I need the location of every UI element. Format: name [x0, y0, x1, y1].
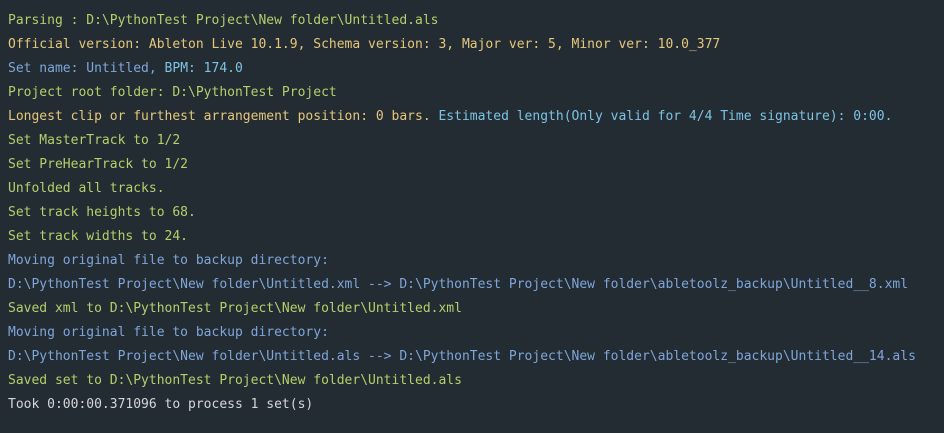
terminal-text-segment: Moving original file to backup directory… — [8, 325, 329, 340]
terminal-line: Official version: Ableton Live 10.1.9, S… — [8, 33, 944, 57]
terminal-line: Took 0:00:00.371096 to process 1 set(s) — [8, 393, 944, 417]
terminal-line: Set MasterTrack to 1/2 — [8, 129, 944, 153]
terminal-text-segment: Saved set to D:\PythonTest Project\New f… — [8, 373, 462, 388]
terminal-text-segment: Saved xml to D:\PythonTest Project\New f… — [8, 301, 462, 316]
terminal-text-segment: Set track heights to 68. — [8, 205, 196, 220]
terminal-line: Set track heights to 68. — [8, 201, 944, 225]
terminal-line: Saved xml to D:\PythonTest Project\New f… — [8, 297, 944, 321]
terminal-line: Project root folder: D:\PythonTest Proje… — [8, 81, 944, 105]
terminal-output[interactable]: Parsing : D:\PythonTest Project\New fold… — [0, 0, 944, 433]
terminal-line: Set track widths to 24. — [8, 225, 944, 249]
terminal-text-segment: Moving original file to backup directory… — [8, 253, 329, 268]
terminal-text-segment: Unfolded all tracks. — [8, 181, 165, 196]
terminal-text-segment: Set PreHearTrack to 1/2 — [8, 157, 189, 172]
terminal-text-segment: Took 0:00:00.371096 to process 1 set(s) — [8, 397, 314, 412]
terminal-line: Longest clip or furthest arrangement pos… — [8, 105, 944, 129]
terminal-text-segment: Set name: Untitled, — [8, 61, 165, 76]
terminal-text-segment: Set track widths to 24. — [8, 229, 189, 244]
terminal-line: Parsing : D:\PythonTest Project\New fold… — [8, 9, 944, 33]
terminal-text-segment: Official version: Ableton Live 10.1.9, S… — [8, 37, 721, 52]
terminal-line: Unfolded all tracks. — [8, 177, 944, 201]
terminal-text-segment: D:\PythonTest Project\New folder\Untitle… — [8, 277, 909, 292]
terminal-line: Set PreHearTrack to 1/2 — [8, 153, 944, 177]
terminal-text-segment: BPM: 174.0 — [164, 61, 243, 76]
terminal-text-segment: Project root folder: D:\PythonTest Proje… — [8, 85, 337, 100]
terminal-line: D:\PythonTest Project\New folder\Untitle… — [8, 273, 944, 297]
terminal-text-segment: Parsing : D:\PythonTest Project\New fold… — [8, 13, 439, 28]
terminal-line: D:\PythonTest Project\New folder\Untitle… — [8, 345, 944, 369]
terminal-line: Moving original file to backup directory… — [8, 321, 944, 345]
terminal-text-segment: D:\PythonTest Project\New folder\Untitle… — [8, 349, 916, 364]
terminal-text-segment: Estimated length(Only valid for 4/4 Time… — [438, 109, 893, 124]
terminal-line: Saved set to D:\PythonTest Project\New f… — [8, 369, 944, 393]
terminal-text-segment: Set MasterTrack to 1/2 — [8, 133, 181, 148]
terminal-line: Moving original file to backup directory… — [8, 249, 944, 273]
terminal-text-segment: Longest clip or furthest arrangement pos… — [8, 109, 439, 124]
terminal-line: Set name: Untitled, BPM: 174.0 — [8, 57, 944, 81]
